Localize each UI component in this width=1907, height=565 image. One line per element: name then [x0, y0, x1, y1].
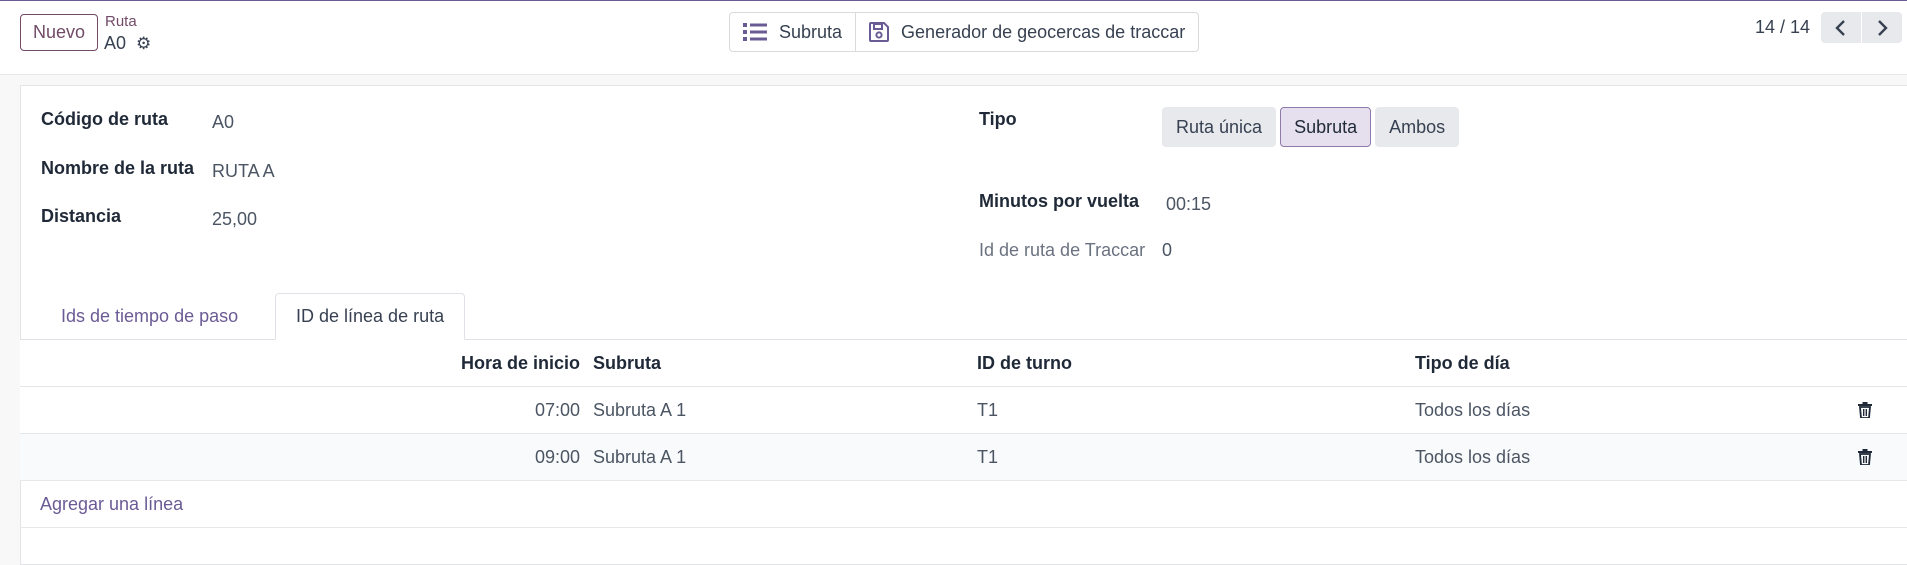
add-line-link[interactable]: Agregar una línea — [40, 481, 183, 527]
nombre-label: Nombre de la ruta — [41, 158, 195, 178]
column-id-turno[interactable]: ID de turno — [977, 340, 1072, 386]
tab-ids-tiempo-paso[interactable]: Ids de tiempo de paso — [41, 293, 258, 339]
cell-turno: T1 — [977, 446, 999, 467]
cell-tipo: Todos los días — [1415, 399, 1531, 420]
cell-turno: T1 — [977, 399, 999, 420]
pager-previous-button[interactable] — [1821, 12, 1861, 43]
cell-subruta: Subruta A 1 — [593, 399, 687, 420]
action-button-group: Subruta Generador de geocercas de tracca… — [729, 12, 1200, 52]
pager-buttons — [1821, 12, 1902, 43]
pager-value[interactable]: 14 / 14 — [1755, 17, 1810, 38]
tipo-option-subruta[interactable]: Subruta — [1280, 107, 1372, 147]
tipo-selector: Ruta única Subruta Ambos — [1162, 107, 1460, 147]
traccar-label: Id de ruta de Traccar — [979, 240, 1146, 260]
tipo-option-ruta-unica[interactable]: Ruta única — [1162, 107, 1277, 147]
codigo-label: Código de ruta — [41, 109, 168, 129]
list-icon — [743, 23, 767, 41]
subruta-button-label: Subruta — [779, 21, 843, 42]
control-panel: Nuevo Ruta A0 ⚙ Subruta Generador de geo… — [0, 1, 1907, 75]
chevron-left-icon — [1835, 19, 1845, 36]
pager-next-button[interactable] — [1862, 12, 1902, 43]
delete-row-button[interactable] — [1858, 434, 1872, 480]
distancia-label: Distancia — [41, 206, 122, 226]
trash-icon — [1858, 402, 1872, 418]
cell-subruta: Subruta A 1 — [593, 446, 687, 467]
breadcrumb-ruta[interactable]: Ruta — [105, 13, 137, 30]
chevron-right-icon — [1878, 19, 1888, 36]
geofence-generator-button[interactable]: Generador de geocercas de traccar — [855, 13, 1198, 51]
notebook-tabs: Ids de tiempo de paso ID de línea de rut… — [20, 293, 1907, 340]
delete-row-button[interactable] — [1858, 387, 1872, 433]
column-subruta[interactable]: Subruta — [593, 340, 661, 386]
minutos-field[interactable]: 00:15 — [1166, 194, 1211, 215]
gear-icon[interactable]: ⚙ — [136, 34, 151, 54]
traccar-field: 0 — [1162, 240, 1173, 260]
geofence-generator-label: Generador de geocercas de traccar — [901, 21, 1186, 42]
new-button[interactable]: Nuevo — [20, 14, 98, 51]
subruta-button[interactable]: Subruta — [730, 13, 855, 51]
distancia-field[interactable]: 25,00 — [212, 209, 257, 230]
column-tipo-dia[interactable]: Tipo de día — [1415, 340, 1510, 386]
route-lines-table: Hora de inicio Subruta ID de turno Tipo … — [20, 340, 1907, 528]
cell-hora: 09:00 — [534, 446, 580, 467]
record-title: A0 ⚙ — [104, 33, 151, 54]
tipo-option-ambos[interactable]: Ambos — [1375, 107, 1460, 147]
table-row[interactable]: 09:00 Subruta A 1 T1 Todos los días — [20, 434, 1907, 481]
table-header: Hora de inicio Subruta ID de turno Tipo … — [20, 340, 1907, 387]
codigo-field[interactable]: A0 — [212, 112, 234, 133]
trash-icon — [1858, 449, 1872, 465]
nombre-field[interactable]: RUTA A — [212, 161, 275, 182]
add-line-row: Agregar una línea — [20, 481, 1907, 528]
cell-tipo: Todos los días — [1415, 446, 1531, 467]
minutos-label: Minutos por vuelta — [979, 191, 1140, 211]
cell-hora: 07:00 — [534, 399, 580, 420]
tipo-label: Tipo — [979, 109, 1017, 129]
tab-id-linea-ruta[interactable]: ID de línea de ruta — [275, 293, 466, 340]
save-icon — [869, 22, 890, 42]
table-row[interactable]: 07:00 Subruta A 1 T1 Todos los días — [20, 387, 1907, 434]
column-hora-inicio[interactable]: Hora de inicio — [461, 340, 580, 386]
record-name: A0 — [104, 33, 127, 53]
